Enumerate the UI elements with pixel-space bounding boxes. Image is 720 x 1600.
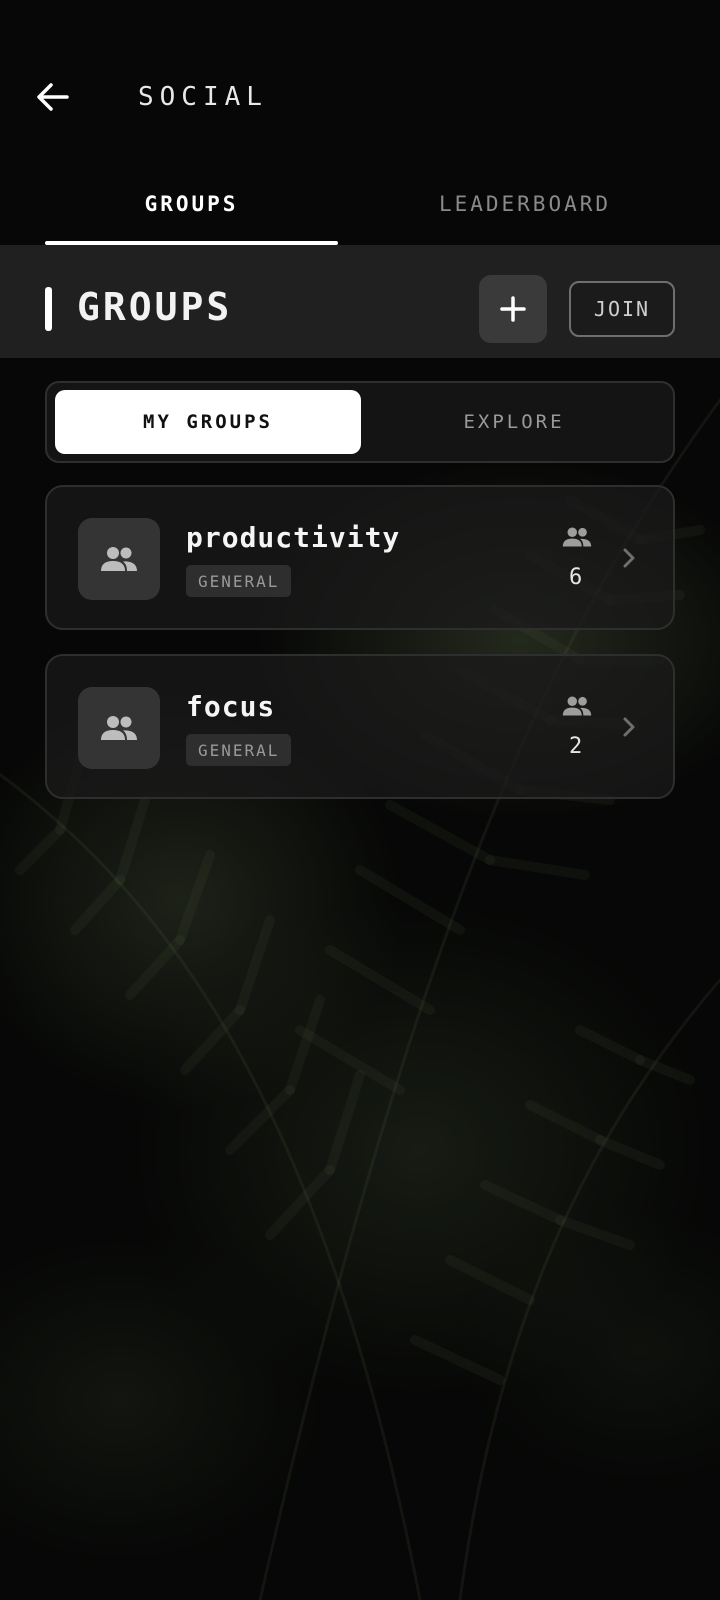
section-accent-bar xyxy=(45,287,52,331)
back-button[interactable] xyxy=(30,74,76,120)
page-title: SOCIAL xyxy=(138,82,268,112)
people-icon xyxy=(101,716,137,740)
people-icon xyxy=(562,527,592,547)
member-count: 2 xyxy=(569,734,583,759)
member-count: 6 xyxy=(569,565,583,590)
group-avatar xyxy=(78,518,160,600)
group-name: focus xyxy=(186,690,276,723)
plus-icon xyxy=(500,296,526,322)
add-group-button[interactable] xyxy=(479,275,547,343)
main-tabs: GROUPS LEADERBOARD xyxy=(45,180,675,244)
arrow-left-icon xyxy=(37,83,69,111)
group-avatar xyxy=(78,687,160,769)
tab-leaderboard[interactable]: LEADERBOARD xyxy=(375,180,675,244)
group-card[interactable]: focus GENERAL 2 xyxy=(45,654,675,799)
chevron-right-icon xyxy=(623,717,635,737)
segment-my-groups[interactable]: MY GROUPS xyxy=(55,390,361,454)
people-icon xyxy=(101,547,137,571)
section-title: GROUPS xyxy=(77,285,233,329)
segment-explore[interactable]: EXPLORE xyxy=(361,390,667,454)
group-name: productivity xyxy=(186,521,401,554)
group-category-badge: GENERAL xyxy=(186,565,292,597)
social-screen: SOCIAL GROUPS LEADERBOARD GROUPS JOIN MY… xyxy=(0,0,720,1600)
tab-groups[interactable]: GROUPS xyxy=(45,180,338,244)
group-category-badge: GENERAL xyxy=(186,734,292,766)
group-card[interactable]: productivity GENERAL 6 xyxy=(45,485,675,630)
chevron-right-icon xyxy=(623,548,635,568)
group-filter-segmented: MY GROUPS EXPLORE xyxy=(45,381,675,463)
people-icon xyxy=(562,696,592,716)
join-button[interactable]: JOIN xyxy=(569,281,675,337)
